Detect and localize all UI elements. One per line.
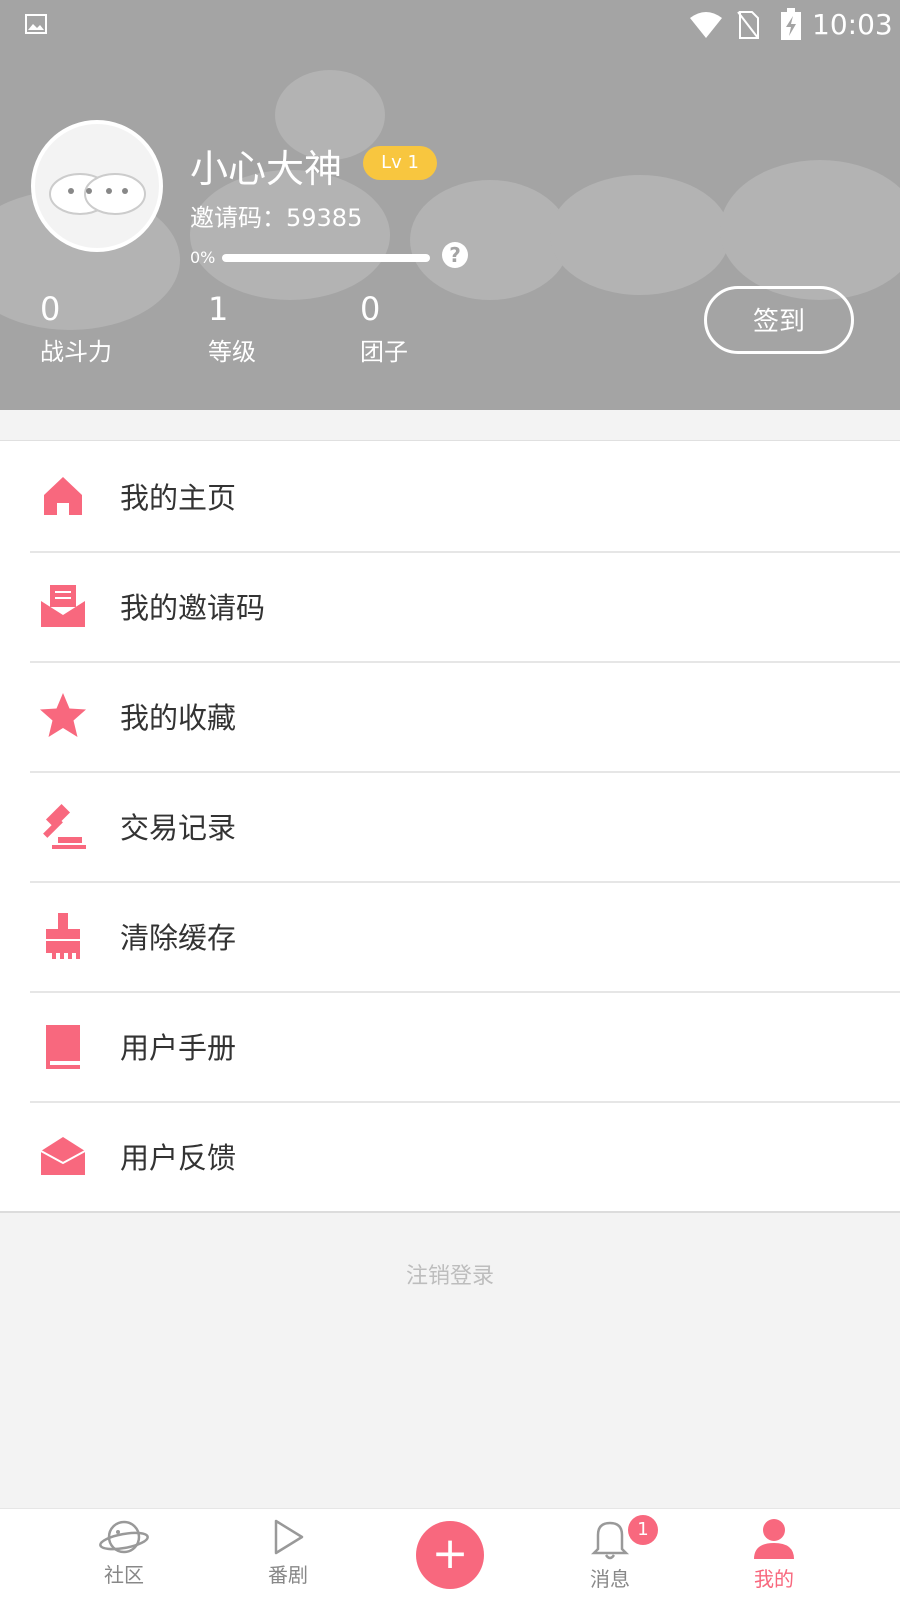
status-time: 10:03 xyxy=(812,8,893,41)
menu-item-favorites[interactable]: 我的收藏 xyxy=(0,661,900,771)
level-badge: Lv 1 xyxy=(363,146,437,180)
nav-label: 社区 xyxy=(104,1563,144,1587)
menu-item-invite-code[interactable]: 我的邀请码 xyxy=(0,551,900,661)
invite-code: 邀请码：59385 xyxy=(190,204,363,232)
book-icon xyxy=(46,1025,80,1069)
header-decoration xyxy=(410,180,570,300)
menu-label: 清除缓存 xyxy=(120,921,237,955)
menu-label: 交易记录 xyxy=(120,811,237,845)
profile-header: 10:03 小心大神 Lv 1 邀请码：59385 0% ? 0 战斗力 1 等… xyxy=(0,0,900,410)
help-icon[interactable]: ? xyxy=(442,242,468,268)
nav-label: 消息 xyxy=(590,1567,630,1591)
avatar-illustration xyxy=(49,173,146,215)
nav-community[interactable]: 社区 xyxy=(64,1509,184,1601)
bell-icon xyxy=(590,1521,630,1560)
nav-messages[interactable]: 1 消息 xyxy=(550,1509,670,1601)
nav-label: 我的 xyxy=(754,1567,794,1591)
username: 小心大神 xyxy=(190,147,343,191)
star-icon xyxy=(40,693,86,737)
nav-anime[interactable]: 番剧 xyxy=(228,1509,348,1601)
envelope-open-icon xyxy=(40,1137,86,1175)
user-icon xyxy=(754,1519,794,1559)
no-sim-icon xyxy=(737,11,759,39)
bottom-nav: 社区 番剧 + 1 消息 我的 xyxy=(0,1508,900,1601)
menu-item-homepage[interactable]: 我的主页 xyxy=(0,441,900,551)
menu-item-clear-cache[interactable]: 清除缓存 xyxy=(0,881,900,991)
stat-label: 等级 xyxy=(208,338,256,366)
planet-icon xyxy=(99,1520,149,1554)
stat-tuanzi: 0 团子 xyxy=(360,290,408,367)
menu-item-user-manual[interactable]: 用户手册 xyxy=(0,991,900,1101)
stat-power: 0 战斗力 xyxy=(40,290,112,367)
message-count-badge: 1 xyxy=(628,1515,658,1545)
stat-label: 战斗力 xyxy=(40,338,112,366)
mail-icon xyxy=(41,585,85,627)
menu-label: 用户反馈 xyxy=(120,1141,237,1175)
plus-icon[interactable]: + xyxy=(416,1521,484,1589)
nav-label: 番剧 xyxy=(268,1563,308,1587)
progress-label: 0% xyxy=(190,248,216,267)
home-icon xyxy=(44,477,82,515)
stat-level: 1 等级 xyxy=(208,290,256,367)
header-decoration xyxy=(720,160,900,300)
stat-value: 0 xyxy=(40,290,61,328)
menu-list: 我的主页 我的邀请码 我的收藏 交易记录 清除缓存 用户手册 用户反馈 xyxy=(0,440,900,1213)
stat-label: 团子 xyxy=(360,338,408,366)
image-notification-icon xyxy=(25,14,47,34)
avatar[interactable] xyxy=(31,120,163,252)
status-bar: 10:03 xyxy=(0,0,900,50)
menu-label: 用户手册 xyxy=(120,1031,237,1065)
wifi-icon xyxy=(690,12,722,38)
menu-label: 我的邀请码 xyxy=(120,591,266,625)
menu-label: 我的收藏 xyxy=(120,701,237,735)
brush-icon xyxy=(46,913,80,959)
battery-charging-icon xyxy=(781,8,801,40)
menu-item-transactions[interactable]: 交易记录 xyxy=(0,771,900,881)
logout-button[interactable]: 注销登录 xyxy=(0,1258,900,1290)
stat-value: 1 xyxy=(208,290,229,328)
play-icon xyxy=(274,1519,304,1555)
menu-item-feedback[interactable]: 用户反馈 xyxy=(0,1101,900,1211)
header-decoration xyxy=(550,175,730,295)
progress-bar xyxy=(222,254,430,262)
gavel-icon xyxy=(43,803,86,849)
signin-button[interactable]: 签到 xyxy=(704,286,854,354)
nav-mine[interactable]: 我的 xyxy=(714,1509,834,1601)
stat-value: 0 xyxy=(360,290,381,328)
menu-label: 我的主页 xyxy=(120,481,237,515)
